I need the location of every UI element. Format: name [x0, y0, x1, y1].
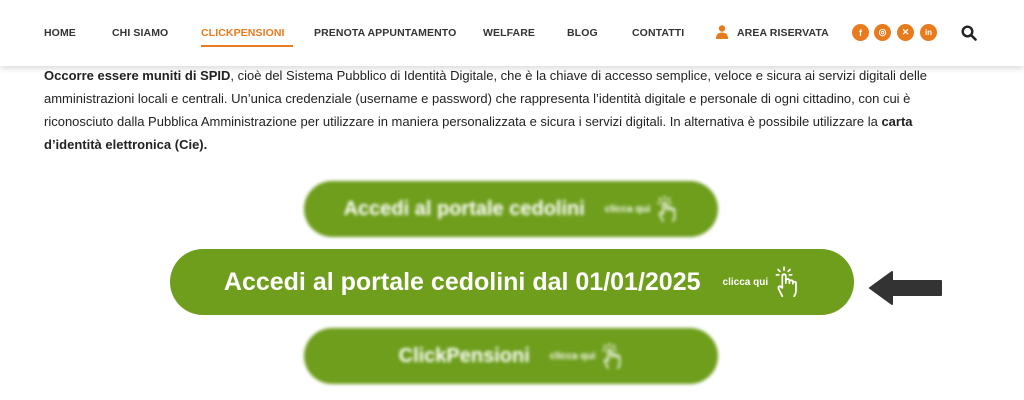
portale-cedolini-2025-button[interactable]: Accedi al portale cedolini dal 01/01/202… [170, 249, 854, 315]
nav-contatti[interactable]: CONTATTI [632, 27, 684, 39]
clicca-qui-label: clicca qui [604, 203, 651, 215]
spid-strong-text: Occorre essere muniti di SPID [44, 68, 231, 83]
nav-blog[interactable]: BLOG [567, 27, 598, 39]
clicca-qui-label: clicca qui [722, 276, 769, 288]
search-icon[interactable] [961, 25, 977, 41]
active-nav-underline [201, 45, 293, 47]
linkedin-icon[interactable]: in [920, 24, 937, 41]
user-icon[interactable] [716, 25, 728, 39]
nav-home[interactable]: HOME [44, 27, 76, 39]
nav-area-riservata[interactable]: AREA RISERVATA [737, 27, 829, 39]
top-navigation: HOME CHI SIAMO CLICKPENSIONI PRENOTA APP… [0, 0, 1024, 66]
pointing-hand-icon [657, 195, 676, 222]
button-label: ClickPensioni [398, 344, 530, 367]
nav-clickpensioni[interactable]: CLICKPENSIONI [201, 27, 285, 39]
instagram-icon[interactable]: ◎ [874, 24, 891, 41]
spid-info-paragraph: Occorre essere muniti di SPID, cioè del … [44, 64, 944, 156]
left-arrow-icon [869, 271, 942, 305]
pointing-hand-icon [602, 342, 621, 369]
portale-cedolini-button[interactable]: Accedi al portale cedolini clicca qui [304, 181, 718, 237]
button-label: Accedi al portale cedolini [343, 197, 585, 220]
nav-chi-siamo[interactable]: CHI SIAMO [112, 27, 168, 39]
x-icon[interactable]: ✕ [897, 24, 914, 41]
facebook-icon[interactable]: f [852, 24, 869, 41]
nav-welfare[interactable]: WELFARE [483, 27, 535, 39]
clickpensioni-button[interactable]: ClickPensioni clicca qui [304, 328, 718, 384]
nav-prenota-appuntamento[interactable]: PRENOTA APPUNTAMENTO [314, 27, 456, 39]
clicca-qui-label: clicca qui [549, 350, 596, 362]
button-label: Accedi al portale cedolini dal 01/01/202… [223, 267, 701, 296]
pointing-hand-icon [775, 266, 797, 298]
